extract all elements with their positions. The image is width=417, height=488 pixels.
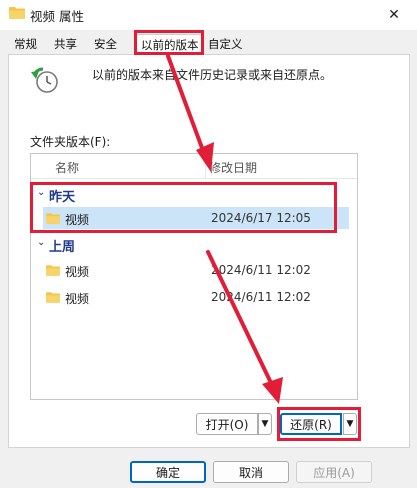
- tab-strip: 常规 共享 安全 以前的版本 自定义: [8, 34, 408, 55]
- item-date: 2024/6/11 12:02: [211, 263, 311, 277]
- column-header: 名称 修改日期: [31, 154, 357, 179]
- close-button[interactable]: ✕: [371, 0, 417, 30]
- dropdown-arrow-icon: ▼: [346, 419, 354, 429]
- column-name[interactable]: 名称: [55, 159, 79, 176]
- folder-icon: [46, 292, 60, 303]
- tab-sharing[interactable]: 共享: [50, 36, 81, 53]
- close-icon: ✕: [388, 7, 400, 23]
- item-name: 视频: [65, 213, 90, 227]
- list-item[interactable]: 视频 2024/6/17 12:05: [43, 207, 349, 229]
- tab-previous-versions[interactable]: 以前的版本: [136, 34, 204, 55]
- item-date: 2024/6/17 12:05: [211, 211, 311, 225]
- folder-icon: [46, 265, 60, 276]
- cancel-button[interactable]: 取消: [213, 461, 289, 483]
- ok-button[interactable]: 确定: [130, 461, 206, 483]
- chevron-down-icon: ⌄: [37, 187, 46, 198]
- tab-security[interactable]: 安全: [90, 36, 121, 53]
- tab-customize[interactable]: 自定义: [204, 36, 247, 53]
- group-title: 昨天: [49, 190, 76, 205]
- group-yesterday[interactable]: ⌄ 昨天: [31, 184, 357, 206]
- apply-button[interactable]: 应用(A): [296, 461, 372, 483]
- folder-icon: [46, 213, 60, 224]
- restore-clock-icon: [31, 67, 58, 93]
- window-title: 视频 属性: [30, 9, 84, 24]
- description-text: 以前的版本来自文件历史记录或来自还原点。: [92, 68, 333, 82]
- restore-dropdown-button[interactable]: ▼: [343, 413, 357, 435]
- tab-general[interactable]: 常规: [10, 36, 41, 53]
- open-button[interactable]: 打开(O): [196, 413, 258, 435]
- folder-icon: [9, 7, 25, 19]
- list-item[interactable]: 视频 2024/6/11 12:02: [43, 259, 349, 281]
- versions-list[interactable]: 名称 修改日期 ⌄ 昨天 视频 2024/6/17 12:05 ⌄ 上周 视频 …: [30, 153, 358, 400]
- item-name: 视频: [65, 292, 90, 306]
- open-dropdown-button[interactable]: ▼: [258, 413, 272, 435]
- title-bar: 视频 属性 ✕: [0, 0, 417, 30]
- column-date-modified[interactable]: 修改日期: [209, 159, 257, 176]
- folder-versions-label: 文件夹版本(F):: [30, 135, 111, 149]
- chevron-down-icon: ⌄: [37, 237, 46, 248]
- group-title: 上周: [49, 240, 76, 255]
- item-date: 2024/6/11 12:02: [211, 290, 311, 304]
- dropdown-arrow-icon: ▼: [261, 419, 269, 429]
- list-item[interactable]: 视频 2024/6/11 12:02: [43, 286, 349, 308]
- restore-button[interactable]: 还原(R): [280, 413, 342, 435]
- column-divider[interactable]: [205, 154, 206, 178]
- item-name: 视频: [65, 265, 90, 279]
- group-last-week[interactable]: ⌄ 上周: [31, 234, 357, 256]
